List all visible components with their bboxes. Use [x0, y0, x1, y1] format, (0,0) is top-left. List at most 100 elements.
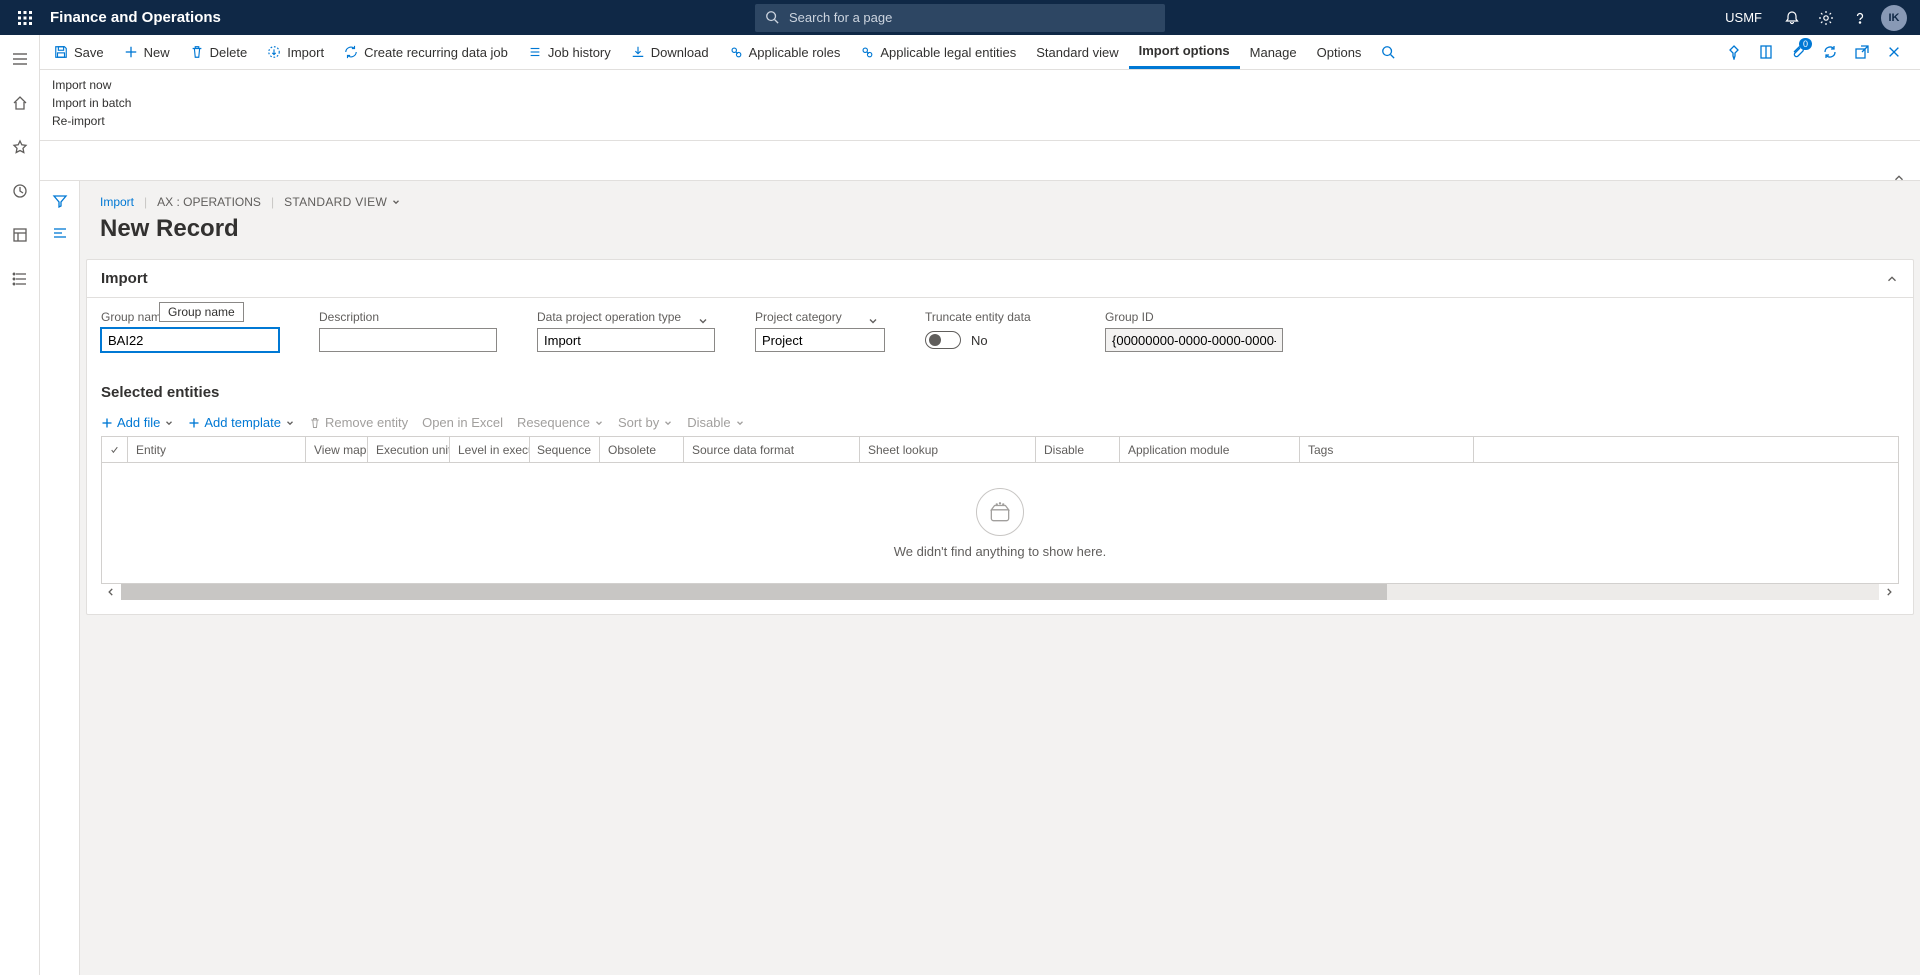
group-name-input[interactable] — [101, 328, 279, 352]
download-label: Download — [651, 45, 709, 60]
import-button[interactable]: Import — [257, 35, 334, 69]
scroll-track[interactable] — [121, 584, 1879, 600]
col-sheet-lookup[interactable]: Sheet lookup — [860, 437, 1036, 462]
main-area: Import | AX : OPERATIONS | STANDARD VIEW… — [40, 180, 1920, 975]
new-button[interactable]: New — [114, 35, 180, 69]
project-category-select[interactable] — [755, 328, 885, 352]
applicable-roles-button[interactable]: Applicable roles — [719, 35, 851, 69]
refresh-icon[interactable] — [1816, 35, 1844, 70]
sort-by-label: Sort by — [618, 415, 659, 430]
import-in-batch-option[interactable]: Import in batch — [52, 94, 1920, 112]
workspaces-icon[interactable] — [0, 223, 40, 247]
pin-icon[interactable] — [1720, 35, 1748, 70]
add-file-label: Add file — [117, 415, 160, 430]
add-template-label: Add template — [204, 415, 281, 430]
related-info-icon[interactable] — [52, 225, 68, 241]
navbar-right: USMF IK — [1713, 0, 1920, 35]
job-history-button[interactable]: Job history — [518, 35, 621, 69]
hamburger-icon[interactable] — [0, 47, 40, 71]
col-view-map[interactable]: View map — [306, 437, 368, 462]
delete-button[interactable]: Delete — [180, 35, 258, 69]
home-icon[interactable] — [0, 91, 40, 115]
import-card: Import Group name Group name Description — [86, 259, 1914, 615]
office-icon[interactable] — [1752, 35, 1780, 70]
popout-icon[interactable] — [1848, 35, 1876, 70]
import-options-tab[interactable]: Import options — [1129, 35, 1240, 69]
import-label: Import — [287, 45, 324, 60]
import-card-body: Group name Group name Description Data p… — [87, 298, 1913, 370]
remove-entity-button: Remove entity — [309, 415, 408, 430]
disable-button: Disable — [687, 415, 744, 430]
col-disable[interactable]: Disable — [1036, 437, 1120, 462]
app-launcher-icon[interactable] — [0, 0, 50, 35]
col-execution-unit-label: Execution unit — [376, 443, 450, 457]
scroll-right-icon[interactable] — [1879, 584, 1899, 600]
description-label: Description — [319, 310, 497, 324]
recent-clock-icon[interactable] — [0, 179, 40, 203]
col-execution-unit[interactable]: Execution unit — [368, 437, 450, 462]
grid-horizontal-scrollbar[interactable] — [101, 584, 1899, 600]
add-file-button[interactable]: Add file — [101, 415, 174, 430]
global-search-input[interactable] — [755, 4, 1165, 32]
import-now-option[interactable]: Import now — [52, 76, 1920, 94]
re-import-option[interactable]: Re-import — [52, 112, 1920, 130]
col-obsolete[interactable]: Obsolete — [600, 437, 684, 462]
options-tab[interactable]: Options — [1307, 35, 1372, 69]
user-avatar[interactable]: IK — [1878, 0, 1910, 35]
attachments-badge: 0 — [1799, 38, 1812, 50]
app-title: Finance and Operations — [50, 9, 221, 26]
col-entity[interactable]: Entity — [128, 437, 306, 462]
remove-entity-label: Remove entity — [325, 415, 408, 430]
manage-tab[interactable]: Manage — [1240, 35, 1307, 69]
close-icon[interactable] — [1880, 35, 1908, 70]
add-template-button[interactable]: Add template — [188, 415, 295, 430]
action-bar: Save New Delete Import Create recurring … — [0, 35, 1920, 70]
col-tags[interactable]: Tags — [1300, 437, 1474, 462]
standard-view-button[interactable]: Standard view — [1026, 35, 1128, 69]
col-sequence[interactable]: Sequence — [530, 437, 600, 462]
scroll-left-icon[interactable] — [101, 584, 121, 600]
import-card-header[interactable]: Import — [87, 260, 1913, 298]
description-input[interactable] — [319, 328, 497, 352]
truncate-toggle[interactable] — [925, 331, 961, 349]
col-application-module[interactable]: Application module — [1120, 437, 1300, 462]
applicable-legal-label: Applicable legal entities — [880, 45, 1016, 60]
modules-list-icon[interactable] — [0, 267, 40, 291]
left-nav-rail — [0, 35, 40, 975]
breadcrumb-ax: AX : OPERATIONS — [157, 195, 261, 209]
operation-type-label: Data project operation type — [537, 310, 715, 324]
grid-select-all[interactable] — [102, 437, 128, 462]
empty-state-text: We didn't find anything to show here. — [894, 544, 1107, 559]
grid-empty-body: We didn't find anything to show here. — [102, 463, 1898, 583]
chevron-down-icon — [663, 418, 673, 428]
download-button[interactable]: Download — [621, 35, 719, 69]
help-icon[interactable] — [1844, 0, 1876, 35]
breadcrumb-import[interactable]: Import — [100, 195, 134, 209]
filter-funnel-icon[interactable] — [52, 193, 68, 209]
attachments-icon[interactable]: 0 — [1784, 35, 1812, 70]
operation-type-select[interactable] — [537, 328, 715, 352]
project-category-field: Project category — [755, 310, 885, 352]
delete-label: Delete — [210, 45, 248, 60]
notifications-icon[interactable] — [1776, 0, 1808, 35]
col-level[interactable]: Level in executi... — [450, 437, 530, 462]
sort-by-button: Sort by — [618, 415, 673, 430]
chevron-down-icon — [285, 418, 295, 428]
breadcrumb-view[interactable]: STANDARD VIEW — [284, 195, 401, 209]
group-id-label: Group ID — [1105, 310, 1283, 324]
scroll-thumb[interactable] — [121, 584, 1387, 600]
group-id-input[interactable] — [1105, 328, 1283, 352]
chevron-down-icon — [735, 418, 745, 428]
content: Import | AX : OPERATIONS | STANDARD VIEW… — [80, 181, 1920, 975]
truncate-value: No — [971, 333, 988, 348]
create-recurring-button[interactable]: Create recurring data job — [334, 35, 518, 69]
save-button[interactable]: Save — [44, 35, 114, 69]
chevron-up-icon[interactable] — [1885, 272, 1899, 286]
settings-gear-icon[interactable] — [1810, 0, 1842, 35]
grid-header: Entity View map Execution unit Level in … — [102, 437, 1898, 463]
col-source-data-format[interactable]: Source data format — [684, 437, 860, 462]
action-search-icon[interactable] — [1371, 35, 1405, 69]
company-label[interactable]: USMF — [1713, 10, 1774, 25]
favorites-star-icon[interactable] — [0, 135, 40, 159]
applicable-legal-button[interactable]: Applicable legal entities — [850, 35, 1026, 69]
